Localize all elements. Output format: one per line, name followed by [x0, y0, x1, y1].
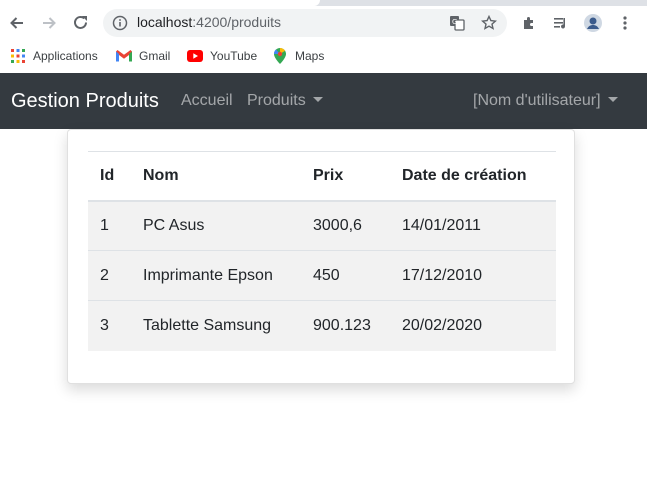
bookmark-gmail[interactable]: Gmail	[116, 46, 170, 66]
profile-avatar-icon[interactable]	[581, 11, 605, 35]
bookmark-applications[interactable]: Applications	[10, 46, 98, 66]
cell-id: 1	[88, 200, 131, 251]
cell-date: 17/12/2010	[390, 250, 556, 301]
maps-icon	[272, 48, 288, 64]
nav-dropdown-label: Produits	[247, 92, 306, 109]
column-header-date: Date de création	[390, 151, 556, 202]
products-card: Id Nom Prix Date de création 1 PC Asus 3…	[67, 129, 575, 384]
products-table: Id Nom Prix Date de création 1 PC Asus 3…	[88, 151, 556, 351]
chevron-down-icon	[312, 97, 323, 102]
app-navbar: Gestion Produits Accueil Produits [Nom d…	[0, 73, 647, 129]
cell-nom: Tablette Samsung	[131, 300, 301, 351]
apps-grid-icon	[10, 48, 26, 64]
bookmark-maps[interactable]: Maps	[272, 46, 324, 66]
svg-text:G: G	[452, 18, 457, 26]
table-header-row: Id Nom Prix Date de création	[88, 151, 556, 202]
bookmark-label: Gmail	[139, 49, 171, 63]
table-row: 2 Imprimante Epson 450 17/12/2010	[88, 250, 556, 301]
bookmark-youtube[interactable]: YouTube	[187, 46, 257, 66]
reload-icon[interactable]	[69, 11, 93, 35]
table-row: 3 Tablette Samsung 900.123 20/02/2020	[88, 300, 556, 351]
navbar-brand[interactable]: Gestion Produits	[11, 90, 159, 113]
nav-link-accueil[interactable]: Accueil	[181, 92, 233, 110]
column-header-id: Id	[88, 151, 131, 202]
url-host: localhost	[137, 14, 193, 30]
browser-toolbar: localhost:4200/produits G	[0, 6, 647, 40]
chevron-down-icon	[607, 97, 618, 102]
bookmarks-bar: Applications Gmail YouTube Maps	[0, 40, 647, 73]
column-header-prix: Prix	[301, 151, 390, 202]
back-icon[interactable]	[5, 11, 29, 35]
table-row: 1 PC Asus 3000,6 14/01/2011	[88, 200, 556, 251]
address-bar[interactable]: localhost:4200/produits G	[103, 9, 507, 37]
nav-dropdown-produits[interactable]: Produits	[247, 92, 323, 110]
user-name-label: [Nom d'utilisateur]	[473, 92, 601, 109]
translate-icon[interactable]: G	[448, 14, 466, 32]
cell-prix: 450	[301, 250, 390, 301]
column-header-nom: Nom	[131, 151, 301, 202]
site-info-icon[interactable]	[112, 15, 128, 31]
youtube-icon	[187, 48, 203, 64]
cell-date: 14/01/2011	[390, 200, 556, 251]
forward-icon[interactable]	[37, 11, 61, 35]
bookmark-label: Maps	[295, 49, 325, 63]
gmail-icon	[116, 48, 132, 64]
cell-date: 20/02/2020	[390, 300, 556, 351]
cell-id: 2	[88, 250, 131, 301]
menu-kebab-icon[interactable]	[613, 11, 637, 35]
url-text[interactable]: localhost:4200/produits	[137, 14, 281, 30]
cell-nom: PC Asus	[131, 200, 301, 251]
cell-prix: 900.123	[301, 300, 390, 351]
bookmark-label: YouTube	[210, 49, 258, 63]
cell-id: 3	[88, 300, 131, 351]
url-path: :4200/produits	[192, 14, 281, 30]
cell-prix: 3000,6	[301, 200, 390, 251]
user-dropdown[interactable]: [Nom d'utilisateur]	[473, 92, 618, 110]
bookmark-star-icon[interactable]	[480, 14, 498, 32]
extensions-icon[interactable]	[517, 11, 541, 35]
bookmark-label: Applications	[33, 49, 98, 63]
media-queue-icon[interactable]	[549, 11, 573, 35]
cell-nom: Imprimante Epson	[131, 250, 301, 301]
